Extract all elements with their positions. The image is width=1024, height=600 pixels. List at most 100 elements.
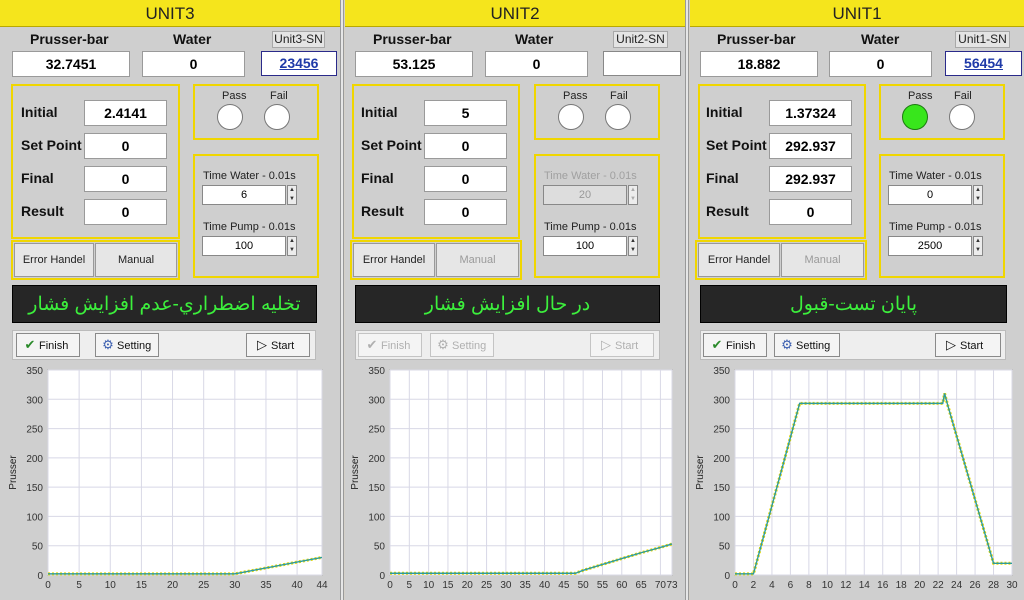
x-tick-label: 20 [462,580,474,591]
time-water-spinner[interactable]: ▲ ▼ [973,185,983,205]
x-tick-label: 20 [167,580,179,591]
setting-button[interactable]: ⚙ Setting [430,333,494,357]
x-tick-label: 10 [822,580,834,591]
final-value: 0 [424,166,507,192]
check-icon: ✔ [24,337,36,352]
serial-number-field[interactable] [603,51,681,76]
x-tick-label: 40 [539,580,551,591]
y-tick-label: 350 [713,366,730,377]
start-button[interactable]: ▷ Start [590,333,654,357]
x-tick-label: 10 [423,580,435,591]
play-icon: ▷ [601,337,611,352]
pass-fail-box [534,84,660,140]
time-water-input[interactable]: 6 [202,185,286,205]
y-tick-label: 100 [713,512,730,523]
setting-button[interactable]: ⚙ Setting [774,333,840,357]
manual-button[interactable]: Manual [95,243,177,277]
x-tick-label: 15 [442,580,454,591]
pass-label: Pass [222,90,247,102]
y-tick-label: 150 [368,483,385,494]
x-tick-label: 4 [769,580,775,591]
x-tick-label: 45 [558,580,570,591]
manual-button[interactable]: Manual [436,243,519,277]
plot-area [389,369,673,576]
y-tick-label: 200 [26,454,43,465]
fail-indicator [949,104,975,130]
pressure-label: Prusser-bar [373,31,452,47]
initial-value: 2.4141 [84,100,167,126]
finish-label: Finish [381,340,411,352]
finish-button[interactable]: ✔ Finish [703,333,767,357]
time-water-spinner[interactable]: ▲ ▼ [628,185,638,205]
x-tick-label: 50 [578,580,590,591]
y-tick-label: 250 [368,425,385,436]
x-tick-label: 28 [988,580,1000,591]
water-value: 0 [142,51,245,77]
error-handle-button[interactable]: Error Handel [14,243,94,277]
gear-icon: ⚙ [437,337,449,352]
time-water-input[interactable]: 20 [543,185,627,205]
setting-button[interactable]: ⚙ Setting [95,333,159,357]
time-pump-label: Time Pump - 0.01s [889,221,982,233]
x-tick-label: 60 [616,580,628,591]
x-tick-label: 12 [840,580,852,591]
y-tick-label: 300 [368,395,385,406]
error-handle-button[interactable]: Error Handel [353,243,435,277]
pressure-label: Prusser-bar [30,31,109,47]
manual-button[interactable]: Manual [781,243,864,277]
y-tick-label: 150 [26,483,43,494]
pressure-chart: 0 50 100 150 200 250 300 350 0 5 10 15 20 25 30 35 40 45 5… [345,365,680,600]
serial-number-field[interactable]: 23456 [261,51,337,76]
water-label: Water [861,31,900,47]
pass-fail-box [879,84,1005,140]
x-tick-label: 5 [76,580,82,591]
gear-icon: ⚙ [781,337,793,352]
gear-icon: ⚙ [102,337,114,352]
water-value: 0 [829,51,932,77]
plot-area [734,369,1013,576]
setting-label: Setting [117,340,152,352]
result-label: Result [21,203,64,219]
finish-button[interactable]: ✔ Finish [358,333,422,357]
setting-label: Setting [452,340,487,352]
finish-button[interactable]: ✔ Finish [16,333,80,357]
x-tick-label: 70 [655,580,667,591]
finish-label: Finish [726,340,756,352]
y-tick-label: 300 [713,395,730,406]
time-pump-spinner[interactable]: ▲ ▼ [287,236,297,256]
time-pump-spinner[interactable]: ▲ ▼ [973,236,983,256]
start-button[interactable]: ▷ Start [246,333,310,357]
unit2-title: UNIT2 [345,0,685,27]
y-tick-label: 50 [719,542,731,553]
y-tick-label: 50 [32,542,44,553]
x-tick-label: 22 [933,580,945,591]
fail-label: Fail [270,90,288,102]
pass-indicator [217,104,243,130]
time-water-spinner[interactable]: ▲ ▼ [287,185,297,205]
x-tick-label: 44 [316,580,328,591]
time-pump-input[interactable]: 100 [543,236,627,256]
y-tick-label: 0 [37,571,43,582]
error-handle-button[interactable]: Error Handel [698,243,780,277]
x-tick-label: 73 [666,580,678,591]
finish-label: Finish [39,340,69,352]
x-tick-label: 16 [877,580,889,591]
time-pump-input[interactable]: 2500 [888,236,972,256]
x-tick-label: 25 [481,580,493,591]
x-tick-label: 24 [951,580,963,591]
serial-number-field[interactable]: 56454 [945,51,1022,76]
x-tick-label: 30 [229,580,241,591]
sn-label: Unit3-SN [272,31,325,48]
sn-label: Unit1-SN [955,31,1010,48]
status-banner: پایان تست-قبول [700,285,1007,323]
x-tick-label: 26 [970,580,982,591]
start-button[interactable]: ▷ Start [935,333,1001,357]
unit1-panel: UNIT1 Prusser-bar Water Unit1-SN 18.882 … [690,0,1024,600]
time-pump-input[interactable]: 100 [202,236,286,256]
time-pump-spinner[interactable]: ▲ ▼ [628,236,638,256]
x-tick-label: 40 [292,580,304,591]
water-label: Water [173,31,212,47]
time-water-input[interactable]: 0 [888,185,972,205]
x-tick-label: 65 [636,580,648,591]
initial-label: Initial [21,104,58,120]
